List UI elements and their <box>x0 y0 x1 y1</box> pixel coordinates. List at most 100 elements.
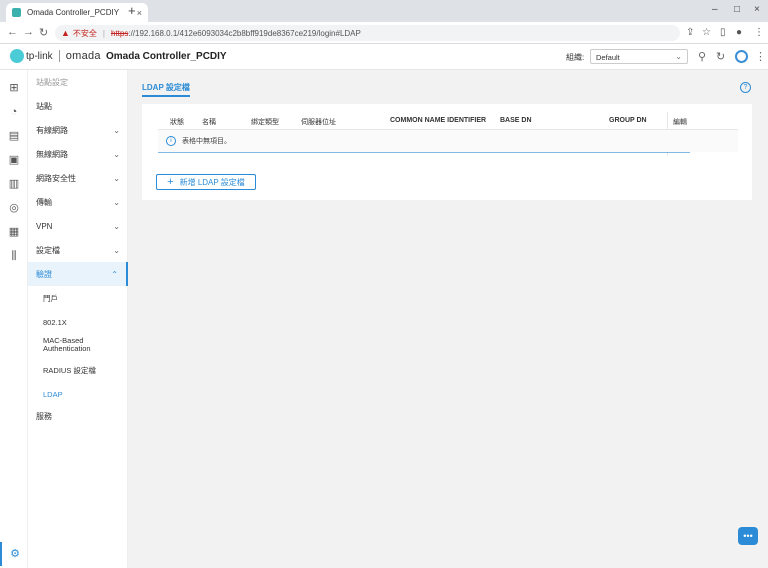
table-bottom-line <box>158 152 690 153</box>
sidebar-subitem-label: 門戶 <box>43 293 58 303</box>
empty-table-message: 表格中無項目。 <box>182 138 231 145</box>
browser-tab-title: Omada Controller_PCDIY <box>27 8 120 17</box>
sidebar-item-network-security[interactable]: 網路安全性 ⌄ <box>28 166 128 190</box>
reload-icon[interactable]: ↻ <box>39 26 48 39</box>
settings-gear-icon[interactable]: ⚙ <box>0 542 28 566</box>
dashboard-icon[interactable]: ⊞ <box>8 82 20 94</box>
sidebar-header: 站點設定 <box>28 70 128 94</box>
omada-favicon-icon <box>12 8 21 17</box>
sidebar-subitem-8021x[interactable]: 802.1X <box>28 310 128 334</box>
sidebar-item-profiles[interactable]: 設定檔 ⌄ <box>28 238 128 262</box>
col-name: 名稱 <box>202 119 216 126</box>
sidebar-subitem-radius-profile[interactable]: RADIUS 設定檔 <box>28 358 128 382</box>
logo-divider <box>58 50 60 62</box>
logs-icon[interactable]: ▦ <box>8 226 20 238</box>
devices-icon[interactable]: ▣ <box>8 154 20 166</box>
sidebar-item-site[interactable]: 站點 <box>28 94 128 118</box>
chat-support-icon[interactable]: ••• <box>738 527 758 545</box>
chevron-down-icon: ⌄ <box>113 125 120 135</box>
browser-tabstrip: Omada Controller_PCDIY × + – □ × <box>0 0 768 22</box>
chevron-up-icon: ⌃ <box>111 269 118 279</box>
map-icon[interactable]: ▤ <box>8 130 20 142</box>
url-path: ://192.168.0.1/412e6093034c2b8bff919de83… <box>128 28 361 38</box>
refresh-icon[interactable]: ↻ <box>716 50 725 63</box>
clients-icon[interactable]: ▥ <box>8 178 20 190</box>
sidebar-item-label: 服務 <box>36 411 52 421</box>
chevron-down-icon: ⌄ <box>113 221 120 231</box>
ldap-profile-card: LDAP 設定檔 ? 狀態 名稱 綁定類型 伺服器位址 COMMON NAME … <box>142 80 752 200</box>
user-avatar-icon[interactable] <box>735 50 748 63</box>
sidebar-subitem-ldap[interactable]: LDAP <box>28 382 128 406</box>
settings-sidebar: 站點設定 站點 有線網路 ⌄ 無線網路 ⌄ 網路安全性 ⌄ 傳輸 ⌄ VPN ⌄… <box>28 70 128 568</box>
sidebar-item-label: 設定檔 <box>36 245 60 255</box>
sidebar-subitem-label: RADIUS 設定檔 <box>43 365 96 375</box>
org-select[interactable]: Default ⌄ <box>590 49 688 64</box>
share-icon[interactable]: ⇪ <box>686 27 694 38</box>
sidebar-subitem-label: LDAP <box>43 389 63 399</box>
table-header: 狀態 名稱 綁定類型 伺服器位址 COMMON NAME IDENTIFIER … <box>158 112 738 130</box>
search-icon[interactable]: ⚲ <box>698 50 706 63</box>
address-bar-row: ← → ↻ ▲ 不安全 | https ://192.168.0.1/412e6… <box>0 22 768 44</box>
plus-icon: + <box>167 176 174 188</box>
sidebar-item-transmission[interactable]: 傳輸 ⌄ <box>28 190 128 214</box>
sidebar-item-label: 有線網路 <box>36 125 68 135</box>
chevron-down-icon: ⌄ <box>113 197 120 207</box>
close-icon[interactable]: × <box>137 8 142 18</box>
col-edit: 編輯 <box>673 119 687 126</box>
main-content: LDAP 設定檔 ? 狀態 名稱 綁定類型 伺服器位址 COMMON NAME … <box>128 70 768 568</box>
sidebar-subitem-mac-based-auth[interactable]: MAC-Based Authentication <box>28 334 128 356</box>
sidebar-item-label: 無線網路 <box>36 149 68 159</box>
minimize-button[interactable]: – <box>712 4 718 15</box>
sidebar-item-label: 傳輸 <box>36 197 52 207</box>
ldap-profile-table: 狀態 名稱 綁定類型 伺服器位址 COMMON NAME IDENTIFIER … <box>158 112 738 156</box>
reports-icon[interactable]: ⫼ <box>8 250 20 262</box>
statistics-icon[interactable]: ◔ <box>8 106 20 118</box>
url-divider: | <box>102 28 105 38</box>
new-tab-button[interactable]: + <box>128 4 136 18</box>
insights-icon[interactable]: ◎ <box>8 202 20 214</box>
url-input[interactable]: ▲ 不安全 | https ://192.168.0.1/412e6093034… <box>55 25 680 41</box>
omada-wordmark: omada <box>65 50 101 62</box>
star-icon[interactable]: ☆ <box>702 27 711 38</box>
col-common-name-identifier: COMMON NAME IDENTIFIER <box>390 117 487 124</box>
org-label: 組織: <box>566 53 585 62</box>
url-scheme: https <box>111 28 129 38</box>
warning-triangle-icon: ▲ <box>61 28 70 38</box>
sidebar-subitem-label: 802.1X <box>43 317 67 327</box>
tp-link-wordmark: tp-link <box>26 50 53 62</box>
sidebar-item-label: 站點 <box>36 101 52 111</box>
tp-link-omada-logo: tp-link omada <box>10 49 101 63</box>
col-server-address: 伺服器位址 <box>301 119 336 126</box>
security-warning-label: 不安全 <box>72 28 97 38</box>
back-arrow-icon[interactable]: ← <box>7 26 18 38</box>
window-close-button[interactable]: × <box>754 4 760 15</box>
sidebar-item-wireless-networks[interactable]: 無線網路 ⌄ <box>28 142 128 166</box>
col-group-dn: GROUP DN <box>609 117 647 124</box>
controller-name: Omada Controller_PCDIY <box>106 51 227 62</box>
help-icon[interactable]: ? <box>740 82 751 93</box>
sidebar-header-label: 站點設定 <box>36 77 68 87</box>
sidebar-subitem-portal[interactable]: 門戶 <box>28 286 128 310</box>
org-select-value: Default <box>596 53 620 62</box>
sidebar-item-label: 驗證 <box>36 269 52 279</box>
maximize-button[interactable]: □ <box>734 4 740 15</box>
icon-rail: ⊞ ◔ ▤ ▣ ▥ ◎ ▦ ⫼ ⚙ <box>0 70 28 568</box>
forward-arrow-icon[interactable]: → <box>23 26 34 38</box>
kebab-menu-icon[interactable]: ⋮ <box>754 27 764 38</box>
sidebar-panel-icon[interactable]: ▯ <box>720 27 726 38</box>
browser-tab[interactable]: Omada Controller_PCDIY × <box>6 3 148 22</box>
sidebar-item-services[interactable]: 服務 <box>28 404 128 428</box>
more-menu-icon[interactable]: ⋮ <box>755 50 766 63</box>
sidebar-item-label: 網路安全性 <box>36 173 76 183</box>
chevron-down-icon: ⌄ <box>675 52 682 61</box>
add-ldap-profile-button[interactable]: + 新增 LDAP 設定檔 <box>156 174 256 190</box>
sidebar-item-wired-networks[interactable]: 有線網路 ⌄ <box>28 118 128 142</box>
sidebar-item-authentication[interactable]: 驗證 ⌃ <box>28 262 128 286</box>
chevron-down-icon: ⌄ <box>113 173 120 183</box>
profile-icon[interactable]: ● <box>736 27 742 38</box>
tab-ldap-profile[interactable]: LDAP 設定檔 <box>142 82 190 97</box>
chevron-down-icon: ⌄ <box>113 245 120 255</box>
tp-link-logo-icon <box>10 49 24 63</box>
sidebar-item-vpn[interactable]: VPN ⌄ <box>28 214 128 238</box>
col-status: 狀態 <box>170 119 184 126</box>
